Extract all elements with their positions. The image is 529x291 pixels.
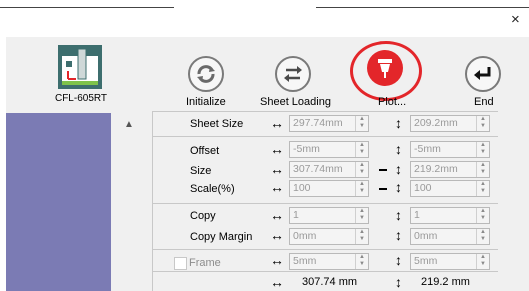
plotter-machine-icon — [56, 43, 104, 91]
horizontal-arrow-icon: ↔ — [270, 161, 284, 177]
spinner-icon[interactable]: ▲ ▼ — [476, 229, 489, 244]
copy-margin-x-field[interactable]: 0mm ▲ ▼ — [289, 228, 369, 245]
plotter-pen-icon — [367, 50, 403, 86]
sheet-width-field[interactable]: 297.74mm ▲ ▼ — [289, 115, 369, 132]
spinner-icon[interactable]: ▲ ▼ — [355, 254, 368, 269]
vertical-arrow-icon: ↕ — [395, 252, 402, 268]
initialize-button[interactable]: Initialize — [180, 0, 232, 110]
spinner-icon[interactable]: ▲ ▼ — [355, 181, 368, 196]
spinner-icon[interactable]: ▲ ▼ — [355, 142, 368, 157]
total-height-value: 219.2 mm — [421, 276, 470, 288]
list-scrollbar[interactable] — [111, 113, 146, 291]
initialize-label: Initialize — [186, 96, 226, 108]
total-width-value: 307.74 mm — [302, 276, 358, 288]
spinner-icon[interactable]: ▲ ▼ — [476, 208, 489, 223]
sheet-loading-button[interactable]: Sheet Loading — [258, 0, 331, 110]
spinner-icon[interactable]: ▲ ▼ — [476, 142, 489, 157]
title-divider-left — [0, 7, 174, 8]
form-divider — [152, 249, 498, 250]
refresh-icon — [188, 56, 224, 92]
sheet-size-label: Sheet Size — [190, 118, 244, 130]
machine-label: CFL-605RT — [54, 93, 108, 104]
spinner-icon[interactable]: ▲ ▼ — [355, 208, 368, 223]
size-height-field[interactable]: 219.2mm ▲ ▼ — [410, 161, 490, 178]
form-divider — [152, 203, 498, 204]
link-dash — [379, 188, 387, 190]
end-label: End — [474, 96, 494, 108]
horizontal-arrow-icon: ↔ — [270, 115, 284, 131]
vertical-arrow-icon: ↕ — [395, 207, 402, 223]
spinner-icon[interactable]: ▲ ▼ — [476, 116, 489, 131]
vertical-arrow-icon: ↕ — [395, 141, 402, 157]
horizontal-arrow-icon: ↔ — [270, 141, 284, 157]
vertical-arrow-icon: ↕ — [395, 274, 402, 290]
spinner-icon[interactable]: ▲ ▼ — [355, 229, 368, 244]
scroll-up-icon[interactable]: ▲ — [118, 116, 140, 134]
copy-margin-y-field[interactable]: 0mm ▲ ▼ — [410, 228, 490, 245]
scale-y-field[interactable]: 100 ▲ ▼ — [410, 180, 490, 197]
vertical-arrow-icon: ↕ — [395, 115, 402, 131]
frame-y-field[interactable]: 5mm ▲ ▼ — [410, 253, 490, 270]
sheet-height-field[interactable]: 209.2mm ▲ ▼ — [410, 115, 490, 132]
sheet-loading-label: Sheet Loading — [260, 96, 331, 108]
link-dash — [379, 169, 387, 171]
vertical-arrow-icon: ↕ — [395, 227, 402, 243]
size-label: Size — [190, 165, 212, 177]
spinner-icon[interactable]: ▲ ▼ — [476, 181, 489, 196]
return-arrow-icon — [465, 56, 501, 92]
frame-x-field[interactable]: 5mm ▲ ▼ — [289, 253, 369, 270]
size-width-field[interactable]: 307.74mm ▲ ▼ — [289, 161, 369, 178]
plot-label: Plot... — [378, 96, 407, 108]
vertical-arrow-icon: ↕ — [395, 179, 402, 195]
scale-x-field[interactable]: 100 ▲ ▼ — [289, 180, 369, 197]
copy-x-field[interactable]: 1 ▲ ▼ — [289, 207, 369, 224]
vertical-arrow-icon: ↕ — [395, 161, 402, 177]
scale-label: Scale(%) — [190, 183, 235, 195]
plot-button[interactable]: Plot... — [360, 0, 410, 110]
copy-margin-label: Copy Margin — [190, 231, 253, 243]
horizontal-arrow-icon: ↔ — [270, 227, 284, 243]
form-divider — [152, 111, 498, 112]
spinner-icon[interactable]: ▲ ▼ — [355, 162, 368, 177]
copy-label: Copy — [190, 210, 216, 222]
form-divider — [152, 271, 498, 272]
spinner-icon[interactable]: ▲ ▼ — [476, 162, 489, 177]
spinner-icon[interactable]: ▲ ▼ — [476, 254, 489, 269]
offset-x-field[interactable]: -5mm ▲ ▼ — [289, 141, 369, 158]
horizontal-arrow-icon: ↔ — [270, 207, 284, 223]
offset-label: Offset — [190, 145, 220, 157]
close-icon[interactable]: × — [511, 12, 520, 27]
spinner-icon[interactable]: ▲ ▼ — [355, 116, 368, 131]
frame-checkbox[interactable] — [174, 257, 187, 270]
frame-label: Frame — [189, 257, 221, 269]
file-list[interactable] — [6, 113, 111, 291]
end-button[interactable]: End — [460, 0, 506, 110]
copy-y-field[interactable]: 1 ▲ ▼ — [410, 207, 490, 224]
form-divider — [152, 136, 498, 137]
swap-arrows-icon — [275, 56, 311, 92]
offset-y-field[interactable]: -5mm ▲ ▼ — [410, 141, 490, 158]
horizontal-arrow-icon: ↔ — [270, 179, 284, 195]
horizontal-arrow-icon: ↔ — [270, 252, 284, 268]
horizontal-arrow-icon: ↔ — [270, 274, 284, 290]
